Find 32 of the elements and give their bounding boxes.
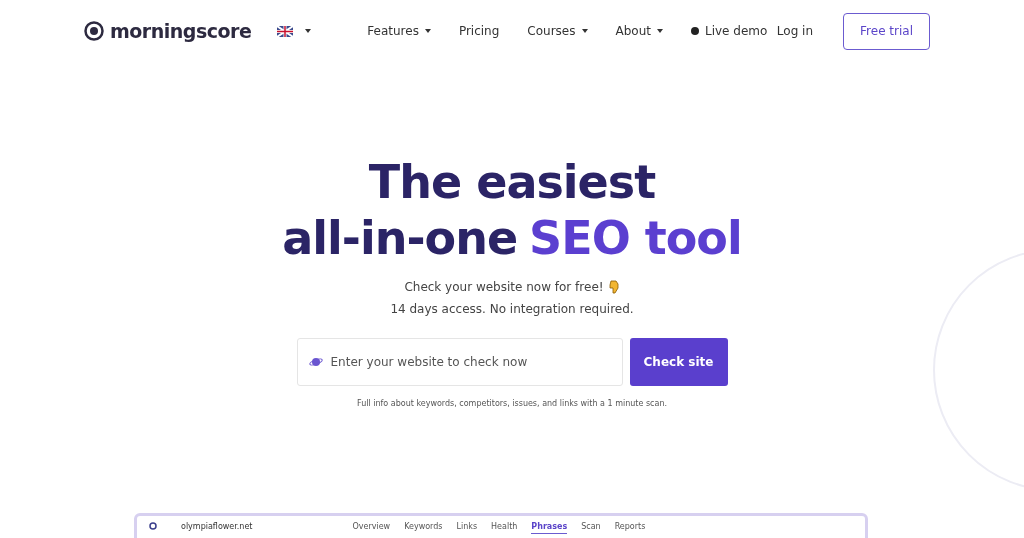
preview-tab[interactable]: Phrases bbox=[531, 522, 568, 534]
info-note: Full info about keywords, competitors, issues, and links with a 1 minute scan. bbox=[357, 399, 667, 408]
preview-tab[interactable]: Keywords bbox=[404, 522, 443, 534]
logo-icon bbox=[84, 21, 104, 41]
nav-link[interactable]: Features bbox=[367, 24, 431, 38]
nav-link[interactable]: Live demo bbox=[691, 24, 768, 38]
preview-tab[interactable]: Health bbox=[491, 522, 518, 534]
preview-tab[interactable]: Scan bbox=[581, 522, 601, 534]
preview-tab[interactable]: Reports bbox=[614, 522, 646, 534]
nav-link[interactable]: Pricing bbox=[458, 24, 500, 38]
caret-icon bbox=[581, 29, 588, 33]
login-link[interactable]: Log in bbox=[776, 24, 814, 38]
website-input-field[interactable]: Enter your website to check now bbox=[296, 338, 623, 386]
nav-link[interactable]: Courses bbox=[527, 24, 588, 38]
subtitle-text: 14 days access. No integration required. bbox=[390, 302, 634, 316]
flag-icon[interactable] bbox=[277, 25, 294, 37]
preview-tab[interactable]: Overview bbox=[352, 522, 391, 534]
dot-icon bbox=[691, 27, 699, 35]
subtitle-text: Check your website now for free! bbox=[404, 280, 604, 294]
pointing-hand-icon bbox=[607, 280, 620, 294]
headline: The easiest all-in-one SEO tool bbox=[282, 154, 742, 266]
logo-icon bbox=[149, 522, 157, 530]
free-trial-button[interactable]: Free trial bbox=[843, 12, 930, 50]
preview-tab[interactable]: Links bbox=[456, 522, 478, 534]
caret-icon[interactable] bbox=[305, 29, 312, 33]
planet-icon bbox=[308, 356, 323, 368]
caret-icon bbox=[424, 29, 431, 33]
caret-icon bbox=[657, 29, 663, 33]
brand-name: morningscore bbox=[110, 20, 252, 42]
check-site-button[interactable]: Check site bbox=[629, 338, 728, 386]
domain-text: olympiaflower.net bbox=[181, 522, 253, 531]
nav-link[interactable]: About bbox=[615, 24, 663, 38]
